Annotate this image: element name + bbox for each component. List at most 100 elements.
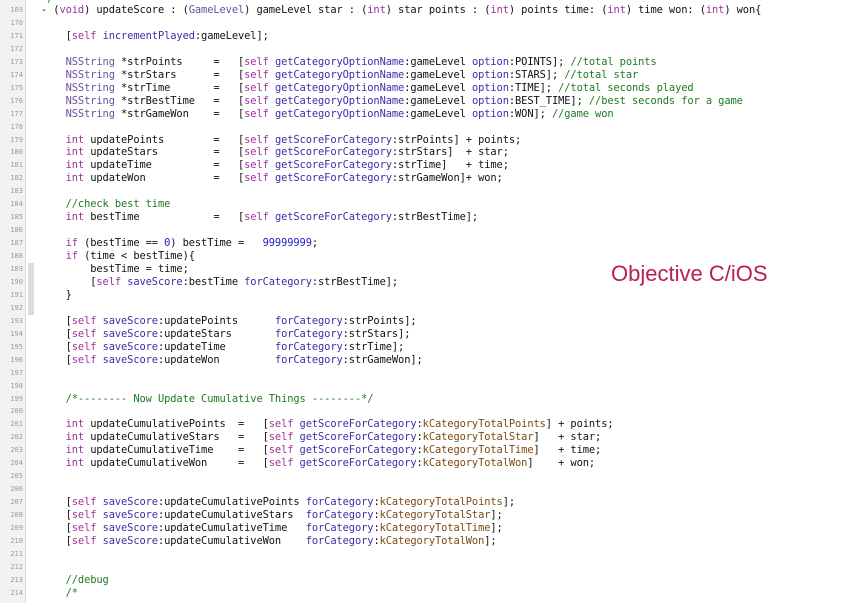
code-line[interactable]: 205 bbox=[0, 470, 851, 483]
code-line[interactable]: 178 bbox=[0, 121, 851, 134]
code-line[interactable]: 209 [self saveScore:updateCumulativeTime… bbox=[0, 522, 851, 535]
code-token: saveScore bbox=[102, 353, 159, 366]
code-line[interactable]: 200 bbox=[0, 405, 851, 418]
code-token: forCategory bbox=[274, 314, 343, 327]
code-token: self bbox=[71, 29, 97, 42]
code-token: self bbox=[71, 509, 97, 522]
code-line[interactable]: 175 NSString *strTime = [self getCategor… bbox=[0, 82, 851, 95]
code-text: int updateStars = [self getScoreForCateg… bbox=[41, 146, 509, 159]
code-token: option bbox=[471, 55, 509, 68]
code-token: getScoreForCategory bbox=[274, 172, 392, 185]
line-number: 206 bbox=[10, 485, 23, 494]
code-line[interactable]: 187 if (bestTime == 0) bestTime = 999999… bbox=[0, 237, 851, 250]
code-line[interactable]: 199 /*-------- Now Update Cumulative Thi… bbox=[0, 393, 851, 406]
code-line[interactable]: 213 //debug bbox=[0, 574, 851, 587]
code-line[interactable]: 194 [self saveScore:updateStars forCateg… bbox=[0, 328, 851, 341]
change-bar bbox=[28, 263, 34, 315]
code-line[interactable]: 206 bbox=[0, 483, 851, 496]
code-token: [ bbox=[41, 275, 97, 288]
code-line[interactable]: 182 int updateWon = [self getScoreForCat… bbox=[0, 172, 851, 185]
code-line[interactable]: 210 [self saveScore:updateCumulativeWon … bbox=[0, 535, 851, 548]
code-line[interactable]: 193 [self saveScore:updatePoints forCate… bbox=[0, 315, 851, 328]
code-line[interactable]: 212 bbox=[0, 561, 851, 574]
code-line[interactable]: 191 } bbox=[0, 289, 851, 302]
code-line[interactable]: 184 //check best time bbox=[0, 198, 851, 211]
code-token: kCategoryTotalTime bbox=[379, 522, 491, 534]
code-text: int updateCumulativeWon = [self getScore… bbox=[41, 457, 596, 470]
code-token: :gameLevel bbox=[404, 81, 472, 94]
code-line[interactable]: 192 bbox=[0, 302, 851, 315]
code-token: :updateStars bbox=[157, 327, 275, 340]
code-token: int bbox=[65, 159, 85, 172]
code-token: getScoreForCategory bbox=[299, 457, 417, 470]
code-token: :strBestTime]; bbox=[311, 275, 399, 288]
code-line[interactable]: 196 [self saveScore:updateWon forCategor… bbox=[0, 354, 851, 367]
line-number: 182 bbox=[10, 174, 23, 183]
code-token: *strStars = [ bbox=[114, 68, 245, 81]
code-token: self bbox=[268, 418, 294, 431]
code-line[interactable]: 202 int updateCumulativeStars = [self ge… bbox=[0, 431, 851, 444]
code-line[interactable]: 170 bbox=[0, 17, 851, 30]
line-number: 199 bbox=[10, 394, 23, 403]
code-line[interactable]: 171 [self incrementPlayed:gameLevel]; bbox=[0, 30, 851, 43]
code-line[interactable]: 204 int updateCumulativeWon = [self getS… bbox=[0, 457, 851, 470]
code-line[interactable]: 207 [self saveScore:updateCumulativePoin… bbox=[0, 496, 851, 509]
code-editor[interactable]: */169- (void) updateScore : (GameLevel) … bbox=[0, 0, 851, 603]
code-token: //total points bbox=[570, 55, 657, 68]
code-line[interactable]: 174 NSString *strStars = [self getCatego… bbox=[0, 69, 851, 82]
code-token: saveScore bbox=[102, 534, 159, 547]
code-line[interactable]: 198 bbox=[0, 380, 851, 393]
line-number: 207 bbox=[10, 498, 23, 507]
code-token: /*-------- Now Update Cumulative Things … bbox=[65, 392, 374, 405]
code-line[interactable]: 179 int updatePoints = [self getScoreFor… bbox=[0, 134, 851, 147]
code-line[interactable]: 203 int updateCumulativeTime = [self get… bbox=[0, 444, 851, 457]
code-line[interactable]: 208 [self saveScore:updateCumulativeStar… bbox=[0, 509, 851, 522]
code-token: forCategory bbox=[305, 522, 374, 534]
code-line[interactable]: 201 int updateCumulativePoints = [self g… bbox=[0, 418, 851, 431]
code-text: int updatePoints = [self getScoreForCate… bbox=[41, 133, 522, 147]
code-line[interactable]: 176 NSString *strBestTime = [self getCat… bbox=[0, 95, 851, 108]
line-number: 183 bbox=[10, 187, 23, 196]
line-number: 203 bbox=[10, 446, 23, 455]
code-token: GameLevel bbox=[188, 4, 245, 16]
code-line[interactable]: 180 int updateStars = [self getScoreForC… bbox=[0, 146, 851, 159]
code-line[interactable]: 185 int bestTime = [self getScoreForCate… bbox=[0, 211, 851, 224]
code-text: - (void) updateScore : (GameLevel) gameL… bbox=[41, 4, 761, 17]
code-text: [self saveScore:bestTime forCategory:str… bbox=[41, 276, 398, 289]
code-token: NSString bbox=[65, 81, 115, 94]
code-line[interactable]: 169 - (void) updateScore : (GameLevel) ga… bbox=[0, 4, 851, 17]
line-number: 185 bbox=[10, 213, 23, 222]
code-text: int updateCumulativeStars = [self getSco… bbox=[41, 431, 602, 444]
code-token: } bbox=[41, 288, 72, 301]
code-line[interactable]: 181 int updateTime = [self getScoreForCa… bbox=[0, 159, 851, 172]
code-text: int updateTime = [self getScoreForCatego… bbox=[41, 159, 509, 172]
code-line[interactable]: 183 bbox=[0, 185, 851, 198]
code-token: :gameLevel bbox=[404, 94, 472, 107]
code-token: forCategory bbox=[244, 275, 312, 288]
code-token: forCategory bbox=[274, 327, 343, 340]
code-token: ) time won: ( bbox=[625, 4, 706, 16]
code-text: [self saveScore:updatePoints forCategory… bbox=[41, 315, 417, 328]
code-token: getCategoryOptionName bbox=[274, 107, 405, 120]
code-token: :strTime] + time; bbox=[391, 159, 509, 172]
code-line[interactable]: 211 bbox=[0, 548, 851, 561]
code-token: :strStars] + star; bbox=[391, 146, 509, 159]
code-line[interactable]: 172 bbox=[0, 43, 851, 56]
line-number: 191 bbox=[10, 290, 23, 299]
code-line[interactable]: 173 NSString *strPoints = [self getCateg… bbox=[0, 56, 851, 69]
code-token: if bbox=[65, 250, 78, 263]
code-text: } bbox=[41, 289, 72, 302]
code-token: getScoreForCategory bbox=[274, 133, 392, 146]
code-token: saveScore bbox=[102, 522, 159, 534]
code-line[interactable]: 177 NSString *strGameWon = [self getCate… bbox=[0, 108, 851, 121]
code-line[interactable]: 214 /* bbox=[0, 587, 851, 600]
code-line[interactable]: 186 bbox=[0, 224, 851, 237]
code-line[interactable]: 197 bbox=[0, 367, 851, 380]
code-line[interactable]: 195 [self saveScore:updateTime forCatego… bbox=[0, 341, 851, 354]
